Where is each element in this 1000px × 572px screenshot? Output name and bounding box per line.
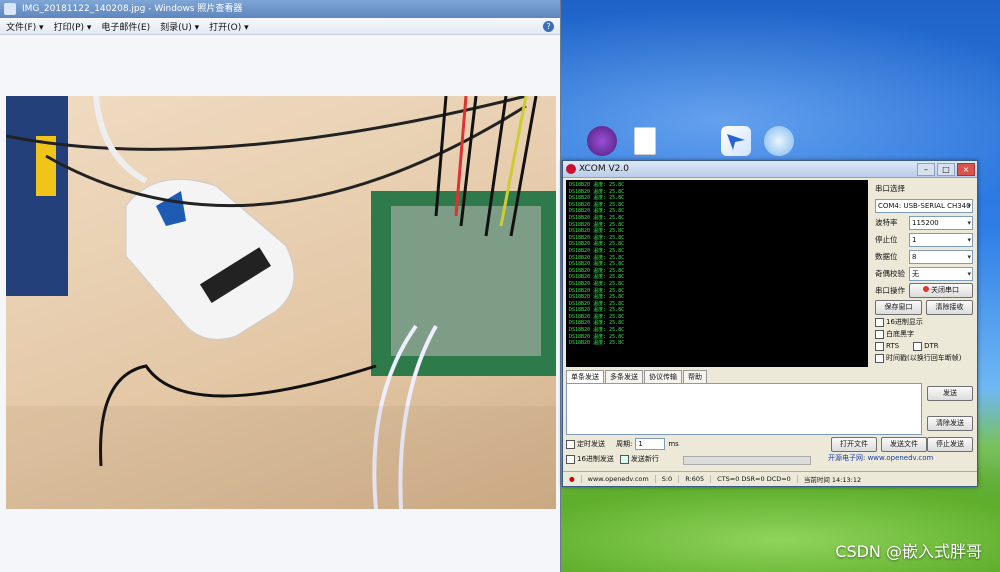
- send-progress-bar: [683, 456, 811, 465]
- timer-send-checkbox[interactable]: 定时发送: [566, 438, 605, 450]
- status-logo-icon: ●: [563, 475, 582, 483]
- document-icon[interactable]: [634, 127, 656, 155]
- rts-checkbox[interactable]: RTS DTR: [875, 340, 973, 352]
- period-input[interactable]: 1: [635, 438, 666, 450]
- send-button[interactable]: 发送: [927, 386, 973, 401]
- status-sent: S:0: [656, 475, 680, 483]
- close-port-label: 关闭串口: [931, 286, 959, 294]
- menu-file[interactable]: 文件(F) ▾: [6, 20, 44, 33]
- white-bg-checkbox[interactable]: 白底黑字: [875, 328, 973, 340]
- tab-protocol[interactable]: 协议传输: [644, 370, 682, 383]
- port-status-icon: [923, 286, 929, 292]
- status-lines: CTS=0 DSR=0 DCD=0: [711, 475, 798, 483]
- terminal-line: DS18B20 温度: 25.8C: [569, 340, 625, 347]
- newline-label: 发送新行: [630, 455, 659, 463]
- viewer-title-bar[interactable]: IMG_20181122_140208.jpg - Windows 照片查看器: [0, 0, 560, 18]
- terminal-line: DS18B20 温度: 25.8C: [569, 241, 625, 248]
- menu-burn[interactable]: 刻录(U) ▾: [160, 20, 199, 33]
- terminal-line: DS18B20 温度: 25.8C: [569, 280, 625, 287]
- tab-single-send[interactable]: 单条发送: [566, 370, 604, 383]
- close-port-button[interactable]: 关闭串口: [909, 283, 973, 298]
- hex-display-checkbox[interactable]: 16进制显示: [875, 316, 973, 328]
- help-icon[interactable]: ?: [543, 20, 554, 32]
- app-icon[interactable]: [587, 126, 617, 156]
- cloud-icon[interactable]: [764, 126, 794, 156]
- stop-send-button[interactable]: 停止发送: [927, 437, 973, 452]
- minimize-icon[interactable]: –: [917, 163, 935, 176]
- clear-receive-button[interactable]: 清除接收: [926, 300, 973, 315]
- terminal-line: DS18B20 温度: 25.8C: [569, 214, 625, 221]
- maximize-icon[interactable]: □: [937, 163, 955, 176]
- parity-select[interactable]: 无: [909, 266, 973, 281]
- close-icon[interactable]: ×: [957, 163, 975, 176]
- viewer-title: IMG_20181122_140208.jpg - Windows 照片查看器: [22, 4, 243, 14]
- menu-print[interactable]: 打印(P) ▾: [54, 20, 92, 33]
- xcom-title-bar[interactable]: XCOM V2.0 – □ ×: [563, 161, 977, 178]
- terminal-line: DS18B20 温度: 25.8C: [569, 327, 625, 334]
- status-time: 当前时间 14:13:12: [803, 476, 862, 484]
- timestamp-label: 时间戳(以换行回车断帧): [886, 354, 962, 362]
- terminal-line: DS18B20 温度: 25.8C: [569, 182, 625, 188]
- menu-open[interactable]: 打开(O) ▾: [209, 20, 249, 33]
- terminal-line: DS18B20 温度: 25.8C: [569, 261, 625, 268]
- photo-viewer-icon: [4, 3, 16, 15]
- white-bg-label: 白底黑字: [886, 330, 914, 338]
- xcom-window: XCOM V2.0 – □ × DS18B20 温度: 25.8C DS18B20…: [562, 160, 978, 487]
- status-url[interactable]: www.openedv.com: [582, 475, 656, 483]
- photo-viewer-window: IMG_20181122_140208.jpg - Windows 照片查看器 …: [0, 0, 561, 572]
- tab-help[interactable]: 帮助: [683, 370, 707, 383]
- status-bar: ● www.openedv.com S:0 R:605 CTS=0 DSR=0 …: [563, 471, 977, 486]
- tab-multi-send[interactable]: 多条发送: [605, 370, 643, 383]
- watermark: CSDN @嵌入式胖哥: [835, 542, 982, 561]
- clear-send-button[interactable]: 清除发送: [927, 416, 973, 431]
- status-received: R:605: [679, 475, 712, 483]
- timer-send-label: 定时发送: [577, 440, 605, 448]
- send-tabs: 单条发送 多条发送 协议传输 帮助: [566, 370, 708, 383]
- viewer-menu-bar: 文件(F) ▾ 打印(P) ▾ 电子邮件(E) 刻录(U) ▾ 打开(O) ▾ …: [0, 18, 560, 35]
- terminal-line: DS18B20 温度: 25.8C: [569, 195, 625, 202]
- port-op-label: 串口操作: [875, 286, 905, 295]
- rts-label: RTS: [886, 342, 900, 350]
- terminal-line: DS18B20 温度: 25.8C: [569, 247, 625, 254]
- send-file-button[interactable]: 发送文件: [881, 437, 927, 452]
- port-select[interactable]: COM4: USB-SERIAL CH340: [875, 198, 973, 213]
- terminal-line: DS18B20 温度: 25.8C: [569, 274, 625, 281]
- hex-send-checkbox[interactable]: 16进制发送: [566, 453, 614, 465]
- newline-checkbox[interactable]: 发送新行: [619, 453, 659, 465]
- receive-terminal[interactable]: DS18B20 温度: 25.8C DS18B20 温度: 25.8C DS18B2…: [566, 180, 868, 367]
- settings-panel: 串口选择 COM4: USB-SERIAL CH340 波特率 115200 停止…: [875, 180, 973, 364]
- data-bits-select[interactable]: 8: [909, 249, 973, 264]
- terminal-line: DS18B20 温度: 25.8C: [569, 294, 625, 301]
- feishu-icon[interactable]: [721, 126, 751, 156]
- hex-send-label: 16进制发送: [577, 455, 614, 463]
- timestamp-checkbox[interactable]: 时间戳(以换行回车断帧): [875, 352, 973, 364]
- website-link[interactable]: 开源电子网: www.openedv.com: [828, 453, 933, 463]
- send-input[interactable]: [566, 383, 922, 435]
- open-file-button[interactable]: 打开文件: [831, 437, 877, 452]
- terminal-line: DS18B20 温度: 25.8C: [569, 228, 625, 235]
- stop-bits-label: 停止位: [875, 235, 898, 244]
- dtr-label: DTR: [924, 342, 939, 350]
- xcom-title: XCOM V2.0: [579, 164, 629, 174]
- hardware-photo: [6, 96, 556, 509]
- data-bits-label: 数据位: [875, 252, 898, 261]
- terminal-line: DS18B20 温度: 25.8C: [569, 307, 625, 314]
- baud-label: 波特率: [875, 218, 898, 227]
- port-label: 串口选择: [875, 184, 905, 193]
- baud-select[interactable]: 115200: [909, 215, 973, 230]
- period-unit: ms: [668, 440, 679, 448]
- hex-display-label: 16进制显示: [886, 318, 923, 326]
- menu-email[interactable]: 电子邮件(E): [101, 20, 150, 33]
- period-label: 周期:: [616, 440, 633, 448]
- terminal-line: DS18B20 温度: 25.8C: [569, 208, 625, 215]
- parity-label: 奇偶校验: [875, 269, 905, 278]
- stop-bits-select[interactable]: 1: [909, 232, 973, 247]
- xcom-logo-icon: [566, 164, 576, 174]
- save-window-button[interactable]: 保存窗口: [875, 300, 922, 315]
